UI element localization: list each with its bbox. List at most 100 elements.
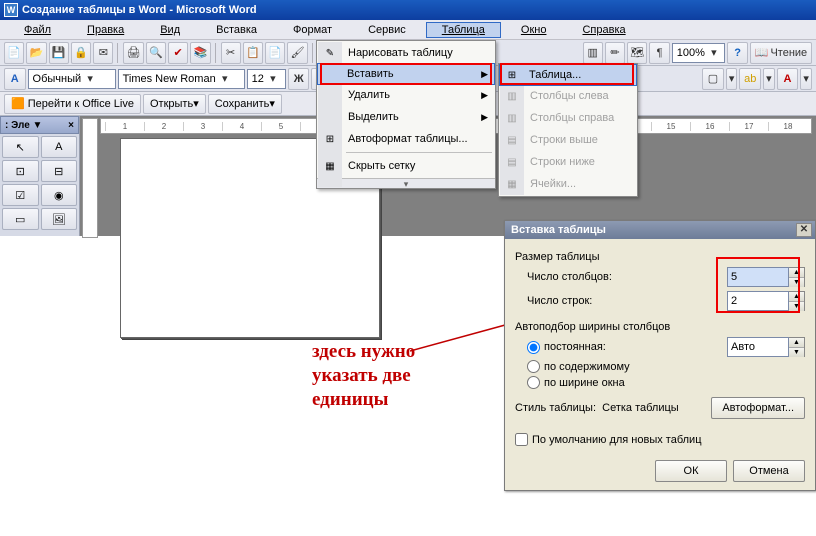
rows-label: Число строк: — [515, 295, 727, 307]
zoom-combo[interactable]: 100%▾ — [672, 43, 726, 63]
menu-window[interactable]: Окно — [505, 22, 563, 38]
styles-pane-button[interactable]: A — [4, 68, 26, 90]
doc-map-button[interactable]: 🗺 — [627, 42, 647, 64]
cols-input[interactable] — [727, 267, 789, 287]
side-tool-radio[interactable]: ◉ — [41, 184, 78, 206]
save-button[interactable]: 💾 — [49, 42, 69, 64]
spellcheck-button[interactable]: ✔ — [168, 42, 188, 64]
show-marks-button[interactable]: ¶ — [649, 42, 669, 64]
side-tool-select[interactable]: ↖ — [2, 136, 39, 158]
menu-insert[interactable]: Вставка — [200, 22, 273, 38]
drawing-button[interactable]: ✏ — [605, 42, 625, 64]
insert-table-dialog: Вставка таблицы ✕ Размер таблицы Число с… — [504, 220, 816, 491]
side-tool-text[interactable]: A — [41, 136, 78, 158]
menu-expand[interactable]: ▾ — [317, 178, 495, 188]
print-button[interactable]: 🖨 — [123, 42, 143, 64]
open-button[interactable]: 📂 — [26, 42, 46, 64]
cols-left-icon: ▥ — [504, 88, 520, 104]
chevron-down-icon: ▾ — [707, 46, 721, 59]
close-icon[interactable]: × — [68, 120, 74, 131]
save-live-button[interactable]: Сохранить ▾ — [208, 94, 282, 114]
submenu-arrow-icon: ▶ — [481, 90, 488, 101]
side-tool-group[interactable]: ⊡ — [2, 160, 39, 182]
spin-down[interactable]: ▼ — [789, 278, 804, 287]
highlight-button[interactable]: ab — [739, 68, 761, 90]
spin-down[interactable]: ▼ — [789, 302, 804, 311]
submenu-rows-above: ▤ Строки выше — [500, 129, 636, 151]
menu-autoformat[interactable]: ⊞ Автоформат таблицы... — [318, 128, 494, 150]
autoformat-button[interactable]: Автоформат... — [711, 397, 805, 419]
spin-up[interactable]: ▲ — [789, 268, 804, 278]
menu-file[interactable]: Файл — [8, 22, 67, 38]
table-icon: ⊞ — [504, 67, 520, 83]
window-titlebar: W Создание таблицы в Word - Microsoft Wo… — [0, 0, 816, 20]
rows-input[interactable] — [727, 291, 789, 311]
submenu-cells: ▦ Ячейки... — [500, 173, 636, 195]
columns-button[interactable]: ▥ — [583, 42, 603, 64]
paste-button[interactable]: 📄 — [265, 42, 285, 64]
radio-content[interactable] — [527, 360, 540, 373]
menu-table[interactable]: Таблица — [426, 22, 501, 38]
font-size-combo[interactable]: 12▾ — [247, 69, 286, 89]
font-color-dropdown[interactable]: ▾ — [800, 68, 812, 90]
bold-button[interactable]: Ж — [288, 68, 310, 90]
radio-fixed-label: постоянная: — [544, 341, 727, 353]
help-button[interactable]: ? — [727, 42, 747, 64]
submenu-rows-below: ▤ Строки ниже — [500, 151, 636, 173]
toolbar-separator — [215, 43, 217, 63]
spin-up[interactable]: ▲ — [789, 338, 804, 348]
radio-fixed[interactable] — [527, 341, 540, 354]
fixed-width-spinner[interactable]: ▲▼ — [727, 337, 805, 357]
fixed-width-input[interactable] — [727, 337, 789, 357]
dialog-title: Вставка таблицы — [511, 224, 606, 236]
office-live-button[interactable]: 🟧 Перейти к Office Live — [4, 94, 141, 114]
read-mode-button[interactable]: 📖 Чтение — [750, 42, 812, 64]
cancel-button[interactable]: Отмена — [733, 460, 805, 482]
menu-edit[interactable]: Правка — [71, 22, 140, 38]
open-live-button[interactable]: Открыть ▾ — [143, 94, 206, 114]
font-color-button[interactable]: A — [777, 68, 799, 90]
menu-tools[interactable]: Сервис — [352, 22, 422, 38]
ok-button[interactable]: ОК — [655, 460, 727, 482]
grid-icon: ▦ — [322, 158, 338, 174]
font-combo[interactable]: Times New Roman▾ — [118, 69, 245, 89]
cut-button[interactable]: ✂ — [221, 42, 241, 64]
format-painter-button[interactable]: 🖌 — [287, 42, 307, 64]
menu-draw-table[interactable]: ✎ Нарисовать таблицу — [318, 42, 494, 64]
side-tool-check[interactable]: ☑ — [2, 184, 39, 206]
spin-down[interactable]: ▼ — [789, 348, 804, 357]
dialog-close-button[interactable]: ✕ — [796, 223, 812, 237]
menu-hide-grid[interactable]: ▦ Скрыть сетку — [318, 155, 494, 177]
submenu-insert-table[interactable]: ⊞ Таблица... — [499, 64, 637, 86]
radio-window[interactable] — [527, 376, 540, 389]
cols-label: Число столбцов: — [515, 271, 727, 283]
menu-help[interactable]: Справка — [566, 22, 641, 38]
preview-button[interactable]: 🔍 — [146, 42, 166, 64]
menu-insert-submenu[interactable]: Вставить ▶ — [317, 63, 495, 85]
menu-format[interactable]: Формат — [277, 22, 348, 38]
copy-button[interactable]: 📋 — [243, 42, 263, 64]
mail-button[interactable]: ✉ — [93, 42, 113, 64]
radio-content-label: по содержимому — [544, 361, 630, 373]
default-checkbox[interactable] — [515, 433, 528, 446]
submenu-arrow-icon: ▶ — [481, 69, 488, 80]
side-tool-group2[interactable]: ⊟ — [41, 160, 78, 182]
group-size-label: Размер таблицы — [515, 251, 805, 263]
rows-spinner[interactable]: ▲▼ — [727, 291, 805, 311]
research-button[interactable]: 📚 — [190, 42, 210, 64]
highlight-dropdown[interactable]: ▾ — [763, 68, 775, 90]
style-combo[interactable]: Обычный▾ — [28, 69, 116, 89]
spin-up[interactable]: ▲ — [789, 292, 804, 302]
new-doc-button[interactable]: 📄 — [4, 42, 24, 64]
border-dropdown[interactable]: ▾ — [726, 68, 738, 90]
permission-button[interactable]: 🔒 — [71, 42, 91, 64]
menu-delete-submenu[interactable]: Удалить ▶ — [318, 84, 494, 106]
menu-separator — [346, 152, 492, 153]
menu-view[interactable]: Вид — [144, 22, 196, 38]
submenu-arrow-icon: ▶ — [481, 112, 488, 123]
side-tool-combo[interactable]: ▭ — [2, 208, 39, 230]
side-tool-img[interactable]: 🖼 — [41, 208, 78, 230]
menu-select-submenu[interactable]: Выделить ▶ — [318, 106, 494, 128]
cols-spinner[interactable]: ▲▼ — [727, 267, 805, 287]
outside-border-button[interactable]: ▢ — [702, 68, 724, 90]
